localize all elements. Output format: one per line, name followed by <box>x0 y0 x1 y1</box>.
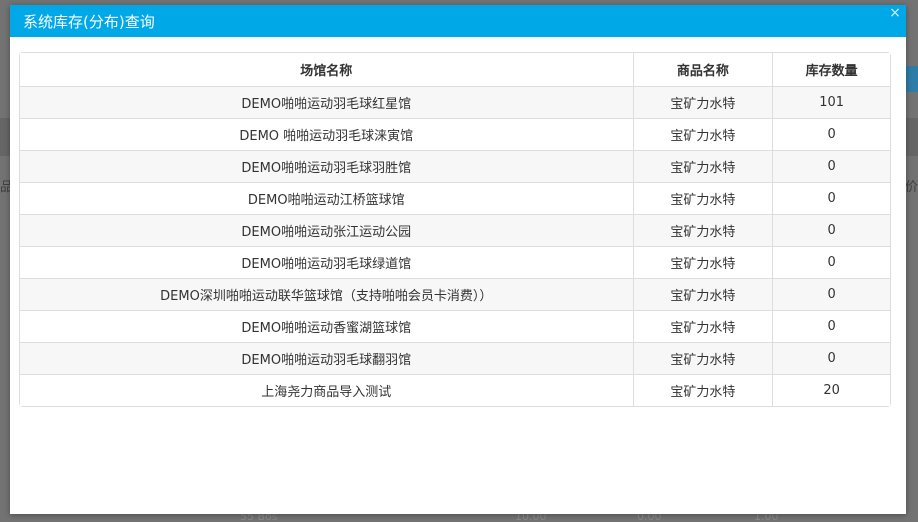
venue-cell: DEMO啪啪运动羽毛球翻羽馆 <box>20 342 633 374</box>
dialog-header: 系统库存(分布)查询 × <box>10 5 906 37</box>
dialog-body: 场馆名称 商品名称 库存数量 DEMO啪啪运动羽毛球红星馆 宝矿力水特 101 … <box>10 37 906 407</box>
background-text: 价 <box>904 180 918 195</box>
product-cell: 宝矿力水特 <box>632 182 773 214</box>
column-header-venue[interactable]: 场馆名称 <box>20 53 633 86</box>
table-row[interactable]: DEMO啪啪运动羽毛球羽胜馆 宝矿力水特 0 <box>20 150 890 182</box>
venue-cell: DEMO啪啪运动羽毛球绿道馆 <box>20 246 633 278</box>
venue-cell: DEMO深圳啪啪运动联华篮球馆（支持啪啪会员卡消费）） <box>20 278 633 310</box>
table-row[interactable]: DEMO深圳啪啪运动联华篮球馆（支持啪啪会员卡消费）） 宝矿力水特 0 <box>20 278 890 310</box>
table-row[interactable]: DEMO啪啪运动江桥篮球馆 宝矿力水特 0 <box>20 182 890 214</box>
inventory-dialog: 系统库存(分布)查询 × 场馆名称 商品名称 库存数量 DEMO啪啪运动羽毛球红… <box>10 5 906 514</box>
venue-cell: DEMO啪啪运动羽毛球红星馆 <box>20 86 633 118</box>
venue-cell: DEMO 啪啪运动羽毛球涞寅馆 <box>20 118 633 150</box>
table-header-row: 场馆名称 商品名称 库存数量 <box>20 53 890 86</box>
quantity-cell: 101 <box>772 86 890 118</box>
background-button <box>904 66 918 92</box>
quantity-cell: 0 <box>772 278 890 310</box>
venue-cell: 上海尧力商品导入测试 <box>20 374 633 406</box>
table-row[interactable]: DEMO啪啪运动羽毛球绿道馆 宝矿力水特 0 <box>20 246 890 278</box>
table-row[interactable]: DEMO啪啪运动羽毛球翻羽馆 宝矿力水特 0 <box>20 342 890 374</box>
product-cell: 宝矿力水特 <box>632 246 773 278</box>
quantity-cell: 20 <box>772 374 890 406</box>
quantity-cell: 0 <box>772 310 890 342</box>
venue-cell: DEMO啪啪运动江桥篮球馆 <box>20 182 633 214</box>
table-row[interactable]: 上海尧力商品导入测试 宝矿力水特 20 <box>20 374 890 406</box>
column-header-quantity[interactable]: 库存数量 <box>772 53 890 86</box>
quantity-cell: 0 <box>772 214 890 246</box>
inventory-table: 场馆名称 商品名称 库存数量 DEMO啪啪运动羽毛球红星馆 宝矿力水特 101 … <box>19 52 891 407</box>
venue-cell: DEMO啪啪运动羽毛球羽胜馆 <box>20 150 633 182</box>
column-header-product[interactable]: 商品名称 <box>632 53 773 86</box>
quantity-cell: 0 <box>772 246 890 278</box>
quantity-cell: 0 <box>772 342 890 374</box>
close-icon[interactable]: × <box>888 6 902 20</box>
venue-cell: DEMO啪啪运动香蜜湖篮球馆 <box>20 310 633 342</box>
table-row[interactable]: DEMO啪啪运动张江运动公园 宝矿力水特 0 <box>20 214 890 246</box>
product-cell: 宝矿力水特 <box>632 150 773 182</box>
product-cell: 宝矿力水特 <box>632 278 773 310</box>
product-cell: 宝矿力水特 <box>632 118 773 150</box>
venue-cell: DEMO啪啪运动张江运动公园 <box>20 214 633 246</box>
product-cell: 宝矿力水特 <box>632 86 773 118</box>
product-cell: 宝矿力水特 <box>632 374 773 406</box>
dialog-title: 系统库存(分布)查询 <box>23 12 155 31</box>
product-cell: 宝矿力水特 <box>632 214 773 246</box>
table-row[interactable]: DEMO啪啪运动香蜜湖篮球馆 宝矿力水特 0 <box>20 310 890 342</box>
table-row[interactable]: DEMO 啪啪运动羽毛球涞寅馆 宝矿力水特 0 <box>20 118 890 150</box>
quantity-cell: 0 <box>772 118 890 150</box>
table-row[interactable]: DEMO啪啪运动羽毛球红星馆 宝矿力水特 101 <box>20 86 890 118</box>
quantity-cell: 0 <box>772 150 890 182</box>
product-cell: 宝矿力水特 <box>632 310 773 342</box>
quantity-cell: 0 <box>772 182 890 214</box>
product-cell: 宝矿力水特 <box>632 342 773 374</box>
